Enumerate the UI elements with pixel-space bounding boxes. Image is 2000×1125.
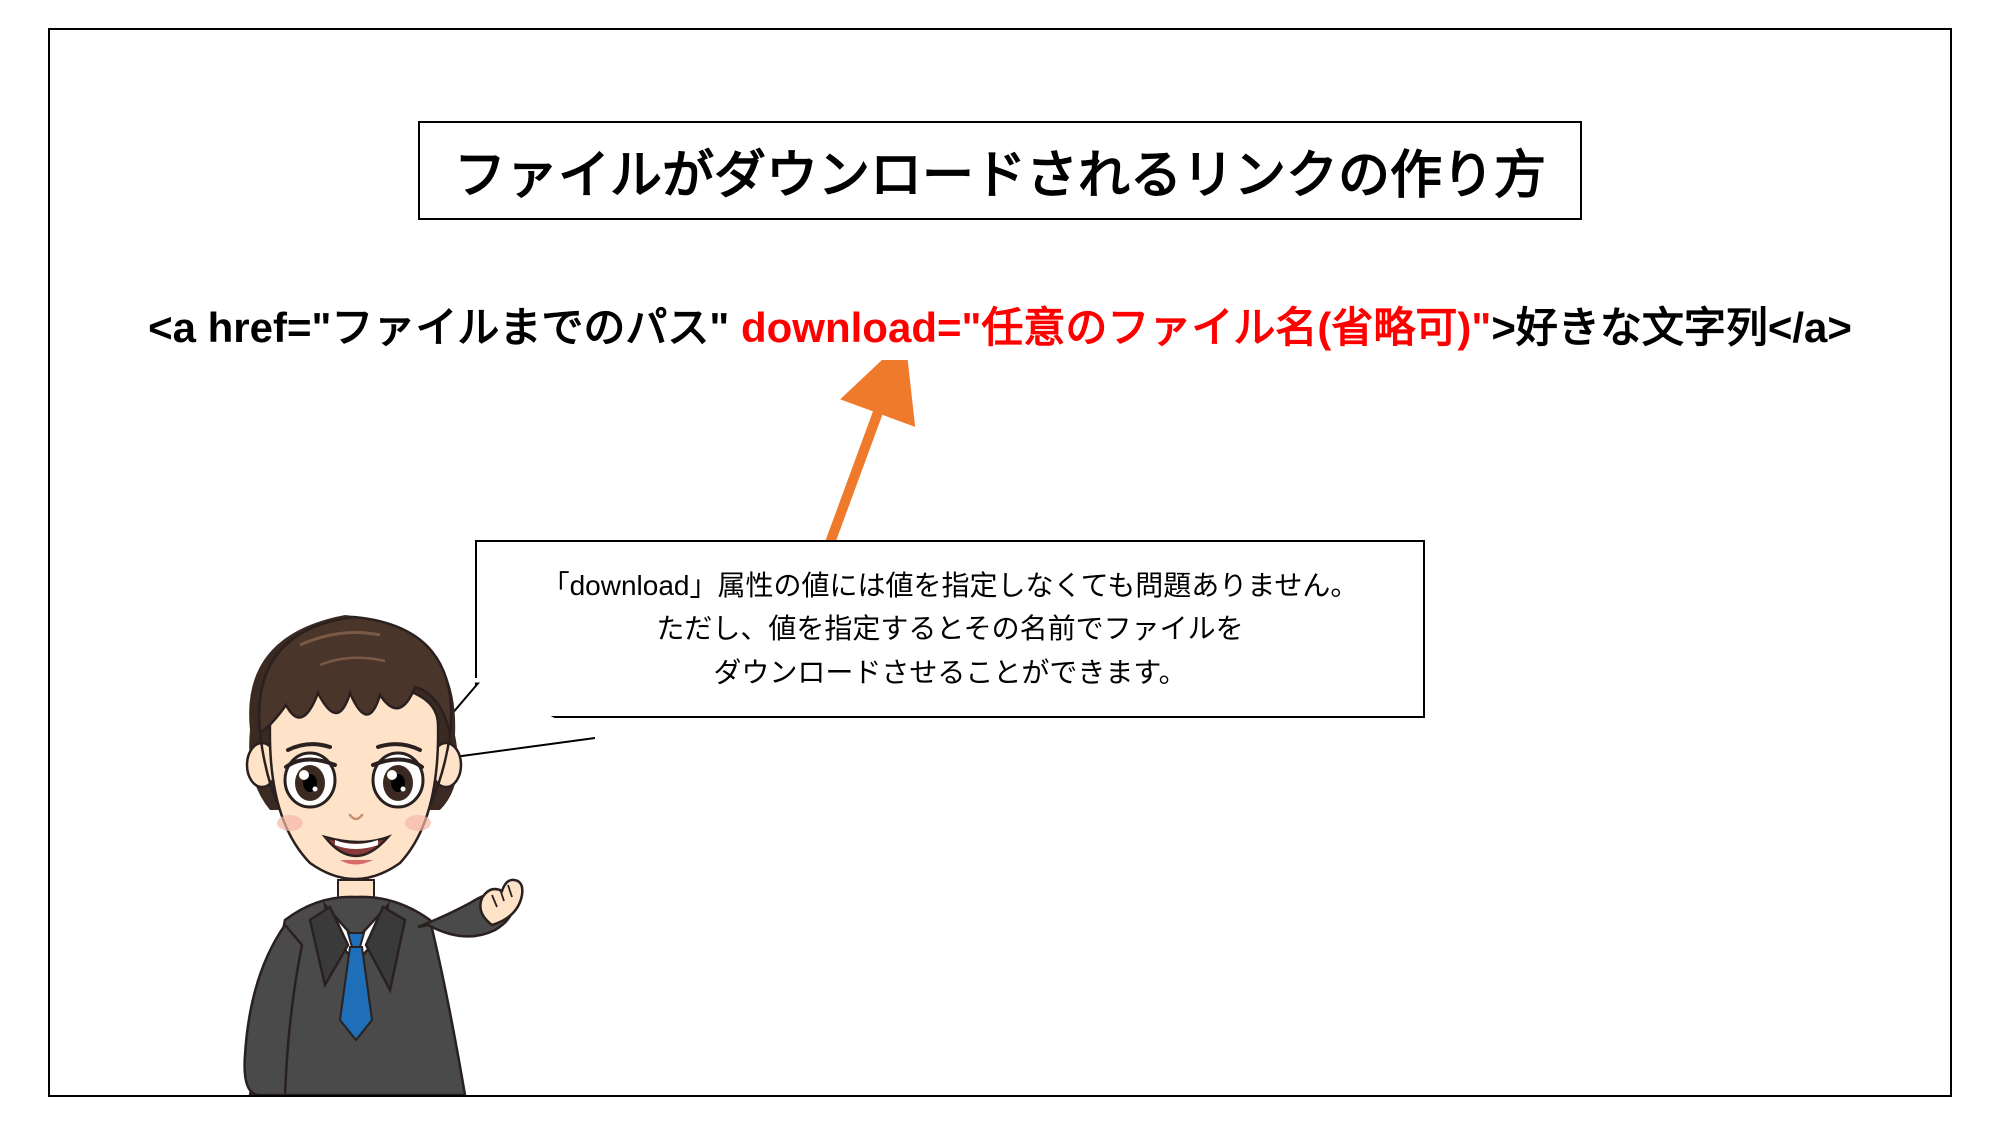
- explain-line1: 「download」属性の値には値を指定しなくても問題ありません。: [507, 564, 1393, 607]
- code-part2: >好きな文字列</a>: [1491, 304, 1852, 351]
- title-box: ファイルがダウンロードされるリンクの作り方: [418, 121, 1582, 220]
- code-highlight: download="任意のファイル名(省略可)": [741, 304, 1491, 351]
- code-part1: <a href="ファイルまでのパス": [148, 304, 741, 351]
- explain-line3: ダウンロードさせることができます。: [507, 651, 1393, 694]
- slide-frame: ファイルがダウンロードされるリンクの作り方 <a href="ファイルまでのパス…: [48, 28, 1952, 1097]
- explanation-box: 「download」属性の値には値を指定しなくても問題ありません。 ただし、値を…: [475, 540, 1425, 718]
- explain-line2: ただし、値を指定するとその名前でファイルを: [507, 607, 1393, 650]
- title-text: ファイルがダウンロードされるリンクの作り方: [454, 147, 1546, 205]
- code-example: <a href="ファイルまでのパス" download="任意のファイル名(省…: [148, 294, 1852, 355]
